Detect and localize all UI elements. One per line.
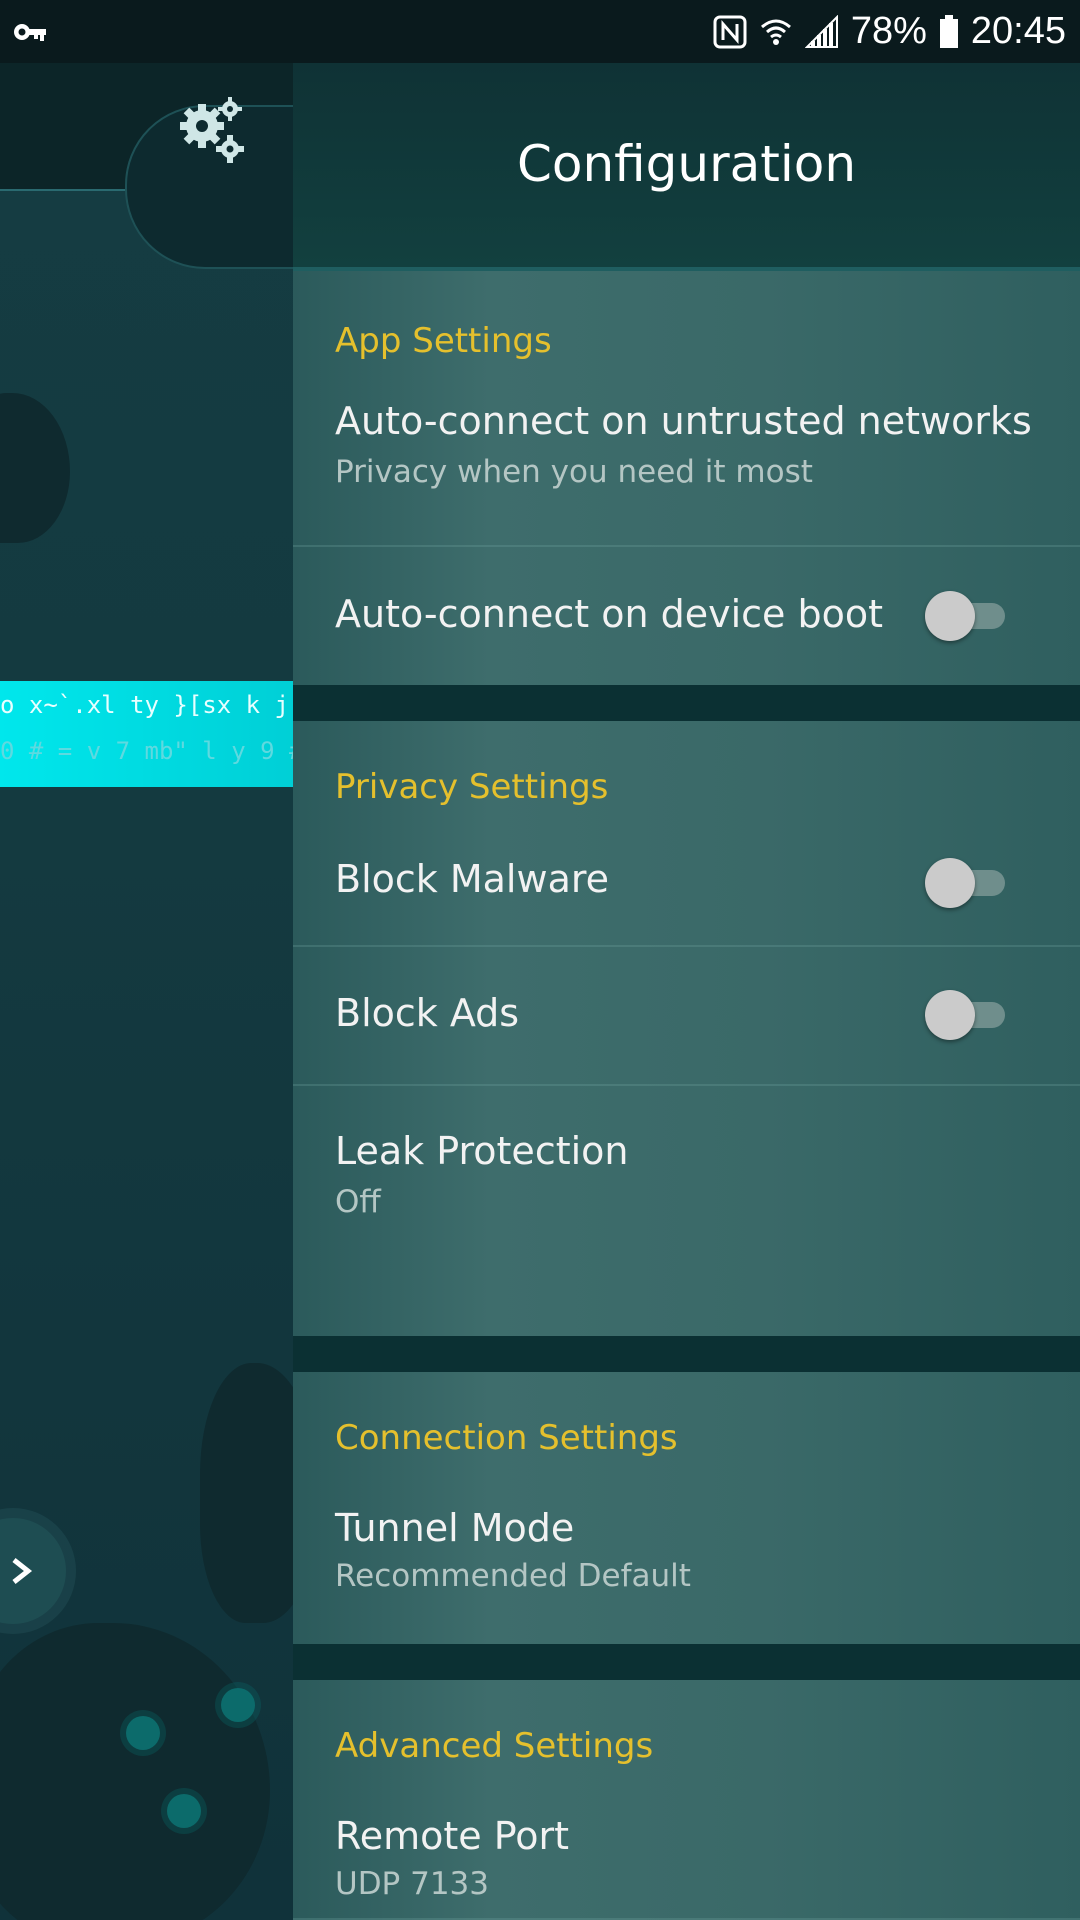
battery-percent: 78% — [850, 10, 927, 52]
section-privacy-settings: Privacy Settings Block Malware Block Ads… — [293, 721, 1080, 1336]
gear-icon[interactable] — [172, 93, 252, 173]
top-band-divider — [0, 189, 140, 191]
auto-connect-boot-toggle[interactable] — [925, 591, 1005, 641]
battery-icon — [939, 14, 958, 48]
toggle-thumb — [925, 591, 975, 641]
key-icon — [14, 24, 46, 41]
nfc-icon — [713, 15, 747, 48]
setting-auto-connect-untrusted[interactable]: Auto-connect on untrusted networks Priva… — [293, 399, 1080, 517]
setting-title: Leak Protection — [335, 1129, 629, 1173]
section-header: Advanced Settings — [335, 1726, 654, 1766]
map-landmass — [0, 393, 70, 543]
setting-block-ads[interactable]: Block Ads — [293, 947, 1080, 1083]
cipher-text-1: o x~`.xl ty }[sx k j x`8 0 # = v — [0, 691, 295, 719]
section-gap — [293, 1644, 1080, 1680]
section-app-settings: App Settings Auto-connect on untrusted n… — [293, 271, 1080, 685]
map-landmass — [200, 1363, 295, 1623]
chevron-right-icon — [12, 1558, 33, 1584]
setting-tunnel-mode[interactable]: Tunnel Mode Recommended Default — [293, 1506, 1080, 1644]
setting-title: Block Malware — [335, 857, 610, 901]
section-header: App Settings — [335, 321, 552, 361]
setting-subtitle: Privacy when you need it most — [335, 454, 813, 490]
toggle-thumb — [925, 990, 975, 1040]
block-ads-toggle[interactable] — [925, 990, 1005, 1040]
wifi-icon — [760, 19, 791, 45]
setting-subtitle: Off — [335, 1184, 381, 1220]
section-gap — [293, 685, 1080, 721]
setting-title: Block Ads — [335, 991, 520, 1035]
server-location-dot[interactable] — [126, 1716, 160, 1750]
setting-block-malware[interactable]: Block Malware — [293, 831, 1080, 939]
clock: 20:45 — [970, 10, 1066, 52]
setting-auto-connect-boot[interactable]: Auto-connect on device boot — [293, 547, 1080, 685]
drawer-title: Configuration — [516, 135, 857, 193]
drawer-header: Configuration — [293, 63, 1080, 271]
setting-title: Auto-connect on device boot — [335, 592, 884, 636]
setting-subtitle: Recommended Default — [335, 1558, 691, 1594]
cipher-text-2: 0 # = v 7 mb" l y 9 # 8 M }_ — [0, 737, 295, 765]
setting-title: Tunnel Mode — [335, 1506, 575, 1550]
setting-remote-port[interactable]: Remote Port UDP 7133 — [293, 1814, 1080, 1920]
map-landmass — [0, 1623, 270, 1920]
configuration-drawer: Configuration App Settings Auto-connect … — [293, 63, 1080, 1920]
setting-title: Auto-connect on untrusted networks — [335, 399, 1032, 443]
section-header: Connection Settings — [335, 1418, 678, 1458]
map-background: o x~`.xl ty }[sx k j x`8 0 # = v 0 # = v… — [0, 63, 295, 1920]
expand-button[interactable] — [0, 1518, 66, 1624]
cipher-banner: o x~`.xl ty }[sx k j x`8 0 # = v 0 # = v… — [0, 681, 295, 787]
section-gap — [293, 1336, 1080, 1372]
section-connection-settings: Connection Settings Tunnel Mode Recommen… — [293, 1372, 1080, 1644]
section-header: Privacy Settings — [335, 767, 609, 807]
setting-title: Remote Port — [335, 1814, 570, 1858]
section-advanced-settings: Advanced Settings Remote Port UDP 7133 — [293, 1680, 1080, 1920]
block-malware-toggle[interactable] — [925, 858, 1005, 908]
setting-subtitle: UDP 7133 — [335, 1866, 490, 1902]
status-bar: 78% 20:45 — [0, 0, 1080, 63]
server-location-dot[interactable] — [167, 1794, 201, 1828]
signal-icon — [804, 14, 838, 48]
setting-leak-protection[interactable]: Leak Protection Off — [293, 1086, 1080, 1336]
toggle-thumb — [925, 858, 975, 908]
server-location-dot[interactable] — [221, 1688, 255, 1722]
